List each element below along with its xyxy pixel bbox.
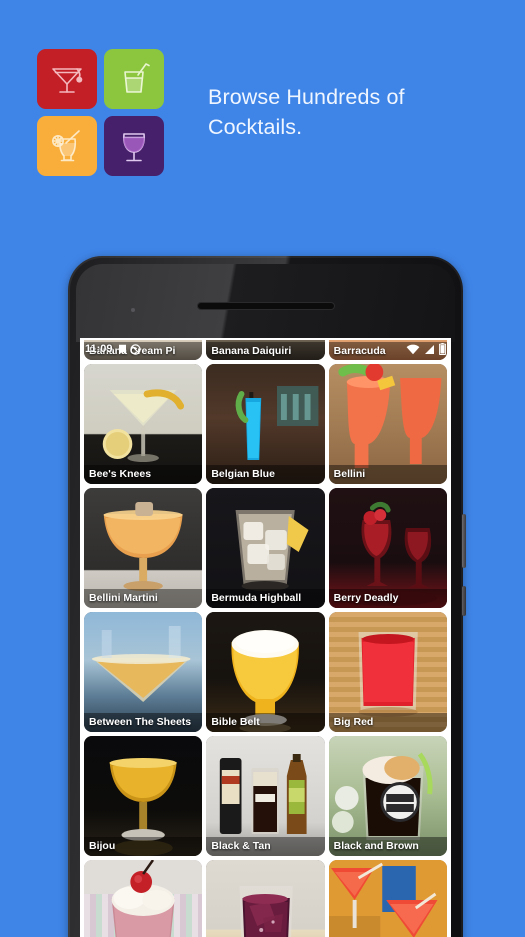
cocktail-title: Big Red: [328, 712, 447, 732]
cocktail-grid: Banana Cream Pi Banana Daiquiri Barracud…: [80, 340, 451, 937]
cocktail-title: Black & Tan: [206, 836, 325, 856]
cocktail-card[interactable]: Black and Brown: [328, 736, 447, 856]
cocktail-card[interactable]: Black & Tan: [206, 736, 325, 856]
cocktail-card[interactable]: Bellini Martini: [84, 488, 203, 608]
cocktail-title: Banana Daiquiri: [206, 341, 325, 360]
promo-headline: Browse Hundreds of Cocktails.: [208, 85, 405, 139]
cocktail-title: Belgian Blue: [206, 464, 325, 484]
cocktail-title: Bellini Martini: [84, 588, 203, 608]
cocktail-title: Berry Deadly: [328, 588, 447, 608]
cocktail-card[interactable]: Bellini: [328, 364, 447, 484]
volume-button[interactable]: [462, 586, 466, 616]
cocktail-card[interactable]: Berry Deadly: [328, 488, 447, 608]
front-camera-icon: [131, 308, 135, 312]
cocktail-card[interactable]: Barracuda: [328, 340, 447, 360]
cocktail-title: Bijou: [84, 836, 203, 856]
highball-straw-icon: [104, 49, 164, 109]
cocktail-card[interactable]: Bermuda Highball: [206, 488, 325, 608]
wine-glass-icon: [104, 116, 164, 176]
power-button[interactable]: [462, 514, 466, 568]
cocktail-card[interactable]: Bee's Knees: [84, 364, 203, 484]
cocktail-card[interactable]: Big Red: [328, 612, 447, 732]
cocktail-title: Bee's Knees: [84, 464, 203, 484]
martini-glass-icon: [37, 49, 97, 109]
cocktail-card[interactable]: [206, 860, 325, 937]
cocktail-title: Bermuda Highball: [206, 588, 325, 608]
cocktail-title: Bible Belt: [206, 712, 325, 732]
phone-top-bezel: [76, 264, 455, 342]
cocktail-card[interactable]: Bible Belt: [206, 612, 325, 732]
cocktail-title: Black and Brown: [328, 836, 447, 856]
cocktail-title: Banana Cream Pi: [84, 341, 203, 360]
cocktail-thumbnail: [84, 860, 203, 937]
earpiece-speaker-icon: [196, 302, 335, 310]
cocktail-card[interactable]: Banana Cream Pi: [84, 340, 203, 360]
cocktail-title: Bellini: [328, 464, 447, 484]
cocktail-thumbnail: [328, 860, 447, 937]
app-icon-collage: [37, 49, 164, 177]
cocktail-title: Barracuda: [328, 341, 447, 360]
promo-banner: Browse Hundreds of Cocktails.: [0, 0, 525, 250]
cocktail-card[interactable]: [84, 860, 203, 937]
cocktail-card[interactable]: Banana Daiquiri: [206, 340, 325, 360]
phone-mockup: 11:09 Banana Cream Pi Banana Daiquiri Ba…: [68, 256, 466, 937]
cocktail-thumbnail: [206, 860, 325, 937]
cocktail-title: Between The Sheets: [84, 712, 203, 732]
phone-screen: 11:09 Banana Cream Pi Banana Daiquiri Ba…: [80, 338, 451, 937]
hurricane-glass-icon: [37, 116, 97, 176]
cocktail-card[interactable]: Bijou: [84, 736, 203, 856]
cocktail-card[interactable]: [328, 860, 447, 937]
cocktail-card[interactable]: Belgian Blue: [206, 364, 325, 484]
cocktail-card[interactable]: Between The Sheets: [84, 612, 203, 732]
